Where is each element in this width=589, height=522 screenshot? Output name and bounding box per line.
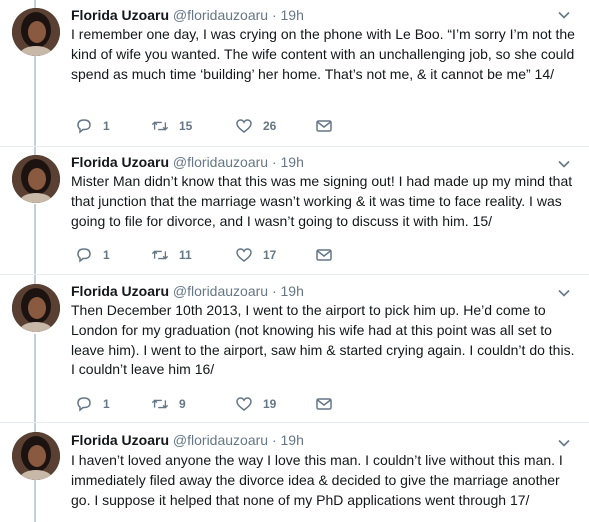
avatar[interactable] (12, 432, 60, 480)
chevron-down-icon[interactable] (557, 436, 571, 450)
retweet-button[interactable]: 15 (151, 116, 192, 136)
separator-dot: · (271, 432, 277, 448)
reply-count: 1 (103, 248, 110, 262)
tweet-header: Florida Uzoaru @floridauzoaru · 19h (71, 431, 304, 449)
like-button[interactable]: 19 (235, 394, 276, 414)
tweet-actions: 1 15 26 (71, 116, 471, 136)
direct-message-button[interactable] (315, 245, 333, 265)
retweet-icon (151, 117, 169, 135)
tweet-actions: 1 11 17 (71, 245, 471, 265)
direct-message-button[interactable] (315, 394, 333, 414)
retweet-count: 9 (179, 397, 186, 411)
tweet-header: Florida Uzoaru @floridauzoaru · 19h (71, 282, 304, 300)
like-button[interactable]: 26 (235, 116, 276, 136)
author-handle[interactable]: @floridauzoaru (173, 7, 268, 23)
tweet-divider (0, 274, 589, 275)
tweet-16[interactable]: Florida Uzoaru @floridauzoaru · 19h Then… (0, 276, 589, 422)
reply-icon (75, 395, 93, 413)
avatar[interactable] (12, 8, 60, 56)
reply-count: 1 (103, 119, 110, 133)
avatar[interactable] (12, 155, 60, 203)
envelope-icon (315, 246, 333, 264)
envelope-icon (315, 395, 333, 413)
chevron-down-icon[interactable] (557, 157, 571, 171)
tweet-header: Florida Uzoaru @floridauzoaru · 19h (71, 6, 304, 24)
reply-count: 1 (103, 397, 110, 411)
retweet-button[interactable]: 11 (151, 245, 192, 265)
like-button[interactable]: 17 (235, 245, 276, 265)
tweet-timestamp[interactable]: 19h (281, 154, 304, 170)
like-count: 17 (263, 248, 277, 262)
avatar[interactable] (12, 284, 60, 332)
tweet-15[interactable]: Florida Uzoaru @floridauzoaru · 19h Mist… (0, 147, 589, 274)
reply-button[interactable]: 1 (75, 394, 110, 414)
author-handle[interactable]: @floridauzoaru (173, 154, 268, 170)
envelope-icon (315, 117, 333, 135)
reply-icon (75, 246, 93, 264)
tweet-17[interactable]: Florida Uzoaru @floridauzoaru · 19h I ha… (0, 424, 589, 522)
author-name[interactable]: Florida Uzoaru (71, 154, 169, 170)
tweet-text: Then December 10th 2013, I went to the a… (71, 302, 575, 378)
author-handle[interactable]: @floridauzoaru (173, 283, 268, 299)
tweet-timestamp[interactable]: 19h (281, 283, 304, 299)
tweet-text: Mister Man didn’t know that this was me … (71, 173, 573, 229)
tweet-text: I haven’t loved anyone the way I love th… (71, 452, 563, 508)
tweet-14[interactable]: Florida Uzoaru @floridauzoaru · 19h I re… (0, 0, 589, 146)
chevron-down-icon[interactable] (557, 286, 571, 300)
author-handle[interactable]: @floridauzoaru (173, 432, 268, 448)
tweet-header: Florida Uzoaru @floridauzoaru · 19h (71, 153, 304, 171)
retweet-count: 11 (179, 248, 192, 262)
reply-button[interactable]: 1 (75, 116, 110, 136)
like-count: 26 (263, 119, 277, 133)
retweet-count: 15 (179, 119, 193, 133)
tweet-thread: Florida Uzoaru @floridauzoaru · 19h I re… (0, 0, 589, 522)
reply-button[interactable]: 1 (75, 245, 110, 265)
tweet-actions: 1 9 19 (71, 394, 471, 414)
separator-dot: · (271, 283, 277, 299)
tweet-text: I remember one day, I was crying on the … (71, 26, 575, 82)
heart-icon (235, 117, 253, 135)
heart-icon (235, 395, 253, 413)
separator-dot: · (271, 7, 277, 23)
author-name[interactable]: Florida Uzoaru (71, 7, 169, 23)
chevron-down-icon[interactable] (557, 8, 571, 22)
tweet-timestamp[interactable]: 19h (281, 432, 304, 448)
retweet-icon (151, 395, 169, 413)
separator-dot: · (271, 154, 277, 170)
heart-icon (235, 246, 253, 264)
tweet-timestamp[interactable]: 19h (281, 7, 304, 23)
retweet-button[interactable]: 9 (151, 394, 186, 414)
direct-message-button[interactable] (315, 116, 333, 136)
like-count: 19 (263, 397, 277, 411)
reply-icon (75, 117, 93, 135)
retweet-icon (151, 246, 169, 264)
author-name[interactable]: Florida Uzoaru (71, 432, 169, 448)
tweet-divider (0, 422, 589, 423)
author-name[interactable]: Florida Uzoaru (71, 283, 169, 299)
